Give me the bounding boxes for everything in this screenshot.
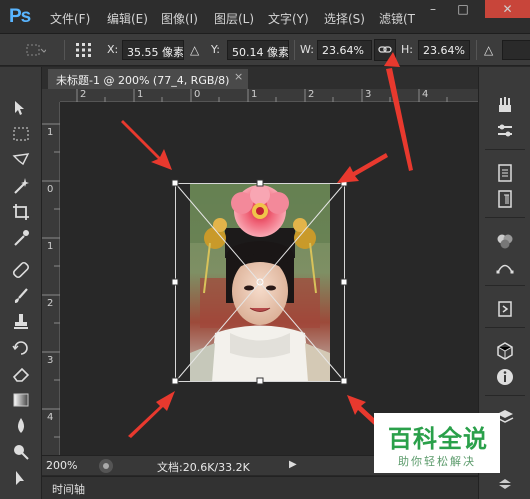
ruler-ticks <box>76 89 448 102</box>
ruler-tick-label: 2 <box>47 298 54 309</box>
move-tool-icon[interactable] <box>8 97 34 119</box>
options-bar: X: 35.55 像素 △ Y: 50.14 像素 W: 23.64% H: 2… <box>0 34 530 66</box>
panel-separator <box>485 395 525 396</box>
ruler-tick-label: 3 <box>47 355 54 366</box>
delta-icon[interactable]: △ <box>190 43 199 57</box>
menu-layer[interactable]: 图层(L) <box>214 10 254 27</box>
pen-tool-icon[interactable] <box>8 467 34 489</box>
options-separator <box>476 40 477 60</box>
paragraph-panel-icon[interactable] <box>492 187 518 211</box>
w-label: W: <box>300 43 314 56</box>
eraser-tool-icon[interactable] <box>8 363 34 385</box>
panel-separator <box>485 217 525 218</box>
zoom-level[interactable]: 200% <box>46 459 77 472</box>
portrait-image <box>190 183 330 382</box>
x-position-field[interactable]: 35.55 像素 <box>122 40 184 60</box>
history-brush-tool-icon[interactable] <box>8 337 34 359</box>
ruler-tick-label: 1 <box>251 89 258 100</box>
status-arrow-icon[interactable]: ▶ <box>289 459 297 470</box>
height-field[interactable]: 23.64% <box>418 40 470 60</box>
document-size-info: 文档:20.6K/33.2K <box>157 461 250 474</box>
ruler-tick-label: 0 <box>47 184 54 195</box>
lasso-tool-icon[interactable] <box>8 149 34 171</box>
h-label: H: <box>401 43 413 56</box>
menu-type[interactable]: 文字(Y) <box>268 10 309 27</box>
vertical-ruler[interactable]: 1 0 1 2 3 4 <box>42 102 60 455</box>
menu-select[interactable]: 选择(S) <box>324 10 365 27</box>
ps-logo: Ps <box>9 6 31 27</box>
tools-panel <box>0 67 42 499</box>
angle-icon[interactable]: △ <box>484 43 493 57</box>
options-separator <box>64 40 65 60</box>
panel-separator <box>485 327 525 328</box>
menu-filter[interactable]: 滤镜(T <box>379 10 415 27</box>
x-label: X: <box>107 43 119 56</box>
crop-tool-icon[interactable] <box>8 201 34 223</box>
menu-bar: Ps 文件(F) 编辑(E) 图像(I) 图层(L) 文字(Y) 选择(S) 滤… <box>0 0 530 34</box>
healing-brush-tool-icon[interactable] <box>8 259 34 281</box>
brush-presets-icon[interactable] <box>492 119 518 143</box>
watermark-box: 百科全说 助你轻松解决 <box>374 413 500 473</box>
width-field[interactable]: 23.64% <box>317 40 372 60</box>
transform-tool-icon[interactable] <box>24 42 48 58</box>
timeline-tab[interactable]: 时间轴 <box>52 481 85 497</box>
link-icon[interactable] <box>374 39 396 61</box>
y-label: Y: <box>211 43 220 56</box>
close-window-button[interactable]: ✕ <box>485 0 530 18</box>
ruler-corner <box>42 89 60 102</box>
angle-field[interactable] <box>502 40 530 60</box>
y-position-field[interactable]: 50.14 像素 <box>227 40 289 60</box>
magic-wand-tool-icon[interactable] <box>8 175 34 197</box>
info-panel-icon[interactable] <box>492 365 518 389</box>
ruler-tick-label: 0 <box>194 89 201 100</box>
watermark-subtitle: 助你轻松解决 <box>398 455 476 468</box>
brush-tool-icon[interactable] <box>8 285 34 307</box>
menu-file[interactable]: 文件(F) <box>50 10 90 27</box>
minimize-button[interactable]: – <box>418 0 448 18</box>
ruler-tick-label: 2 <box>308 89 315 100</box>
history-panel-icon[interactable] <box>492 297 518 321</box>
paths-panel-icon[interactable] <box>492 255 518 279</box>
watermark-title: 百科全说 <box>388 425 488 453</box>
3d-panel-icon[interactable] <box>492 339 518 363</box>
menu-edit[interactable]: 编辑(E) <box>107 10 148 27</box>
photo-layer[interactable] <box>190 183 330 382</box>
gradient-tool-icon[interactable] <box>8 389 34 411</box>
status-menu-icon[interactable] <box>99 459 113 473</box>
menu-image[interactable]: 图像(I) <box>161 10 198 27</box>
ruler-tick-label: 1 <box>137 89 144 100</box>
ruler-tick-label: 2 <box>80 89 87 100</box>
ruler-tick-label: 1 <box>47 241 54 252</box>
marquee-tool-icon[interactable] <box>8 123 34 145</box>
ruler-tick-label: 1 <box>47 127 54 138</box>
ruler-ticks <box>42 123 60 438</box>
tab-close-icon[interactable]: × <box>234 70 243 83</box>
panel-menu-icon[interactable] <box>492 471 518 495</box>
stamp-tool-icon[interactable] <box>8 311 34 333</box>
maximize-button[interactable]: □ <box>448 0 478 18</box>
brushes-panel-icon[interactable] <box>492 93 518 117</box>
dodge-tool-icon[interactable] <box>8 441 34 463</box>
character-panel-icon[interactable] <box>492 161 518 185</box>
eyedropper-tool-icon[interactable] <box>8 227 34 249</box>
panel-separator <box>485 149 525 150</box>
ruler-tick-label: 4 <box>422 89 429 100</box>
panel-separator <box>485 285 525 286</box>
horizontal-ruler[interactable]: 2 1 0 1 2 3 4 <box>60 89 478 102</box>
document-tab[interactable]: 未标题-1 @ 200% (77_4, RGB/8) <box>48 69 248 89</box>
timeline-panel: 时间轴 <box>42 476 478 499</box>
options-separator <box>294 40 295 60</box>
ruler-tick-label: 4 <box>47 412 54 423</box>
document-tab-bar: 未标题-1 @ 200% (77_4, RGB/8) × <box>42 67 478 89</box>
reference-point-icon[interactable] <box>74 41 94 59</box>
blur-tool-icon[interactable] <box>8 415 34 437</box>
channels-panel-icon[interactable] <box>492 229 518 253</box>
ruler-tick-label: 3 <box>365 89 372 100</box>
